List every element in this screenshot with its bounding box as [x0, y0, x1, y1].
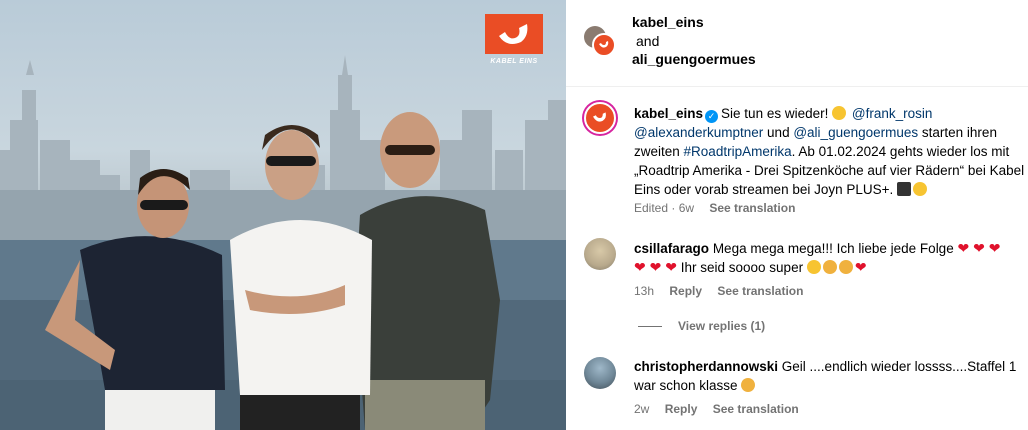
header-account-2[interactable]: ali_guengoermues [632, 51, 756, 67]
heart-eyes-emoji-icon [832, 106, 847, 120]
caption-see-translation[interactable]: See translation [709, 201, 795, 215]
header-account-1[interactable]: kabel_eins [632, 14, 704, 30]
caption-text-2: und [767, 125, 790, 140]
clapping-hands-emoji-icon [741, 378, 756, 392]
kabel-eins-mini-icon [599, 41, 609, 48]
comment-age: 2w [634, 402, 650, 416]
caption-mention-3[interactable]: @ali_guengoermues [793, 125, 918, 140]
comment-christopherdannowski: christopherdannowski Geil ....endlich wi… [634, 357, 1026, 395]
collab-avatar-kabel-eins[interactable] [592, 33, 616, 57]
comment-text-2: Ihr seid soooo super [680, 260, 804, 275]
post-side-panel: kabel_eins and ali_guengoermues kabel_ei… [566, 0, 1028, 430]
caption-edited: Edited · 6w [634, 201, 695, 215]
caption-mention-2[interactable]: @alexanderkumptner [634, 125, 763, 140]
clapping-hands-emoji-icon [838, 260, 853, 274]
header-divider [566, 86, 1028, 87]
caption-hashtag[interactable]: #RoadtripAmerika [684, 144, 792, 159]
comment-user[interactable]: christopherdannowski [634, 359, 778, 374]
comment-user[interactable]: csillafarago [634, 241, 709, 256]
sunglasses-emoji-icon [913, 182, 928, 196]
view-replies-button[interactable]: View replies (1) [638, 319, 765, 333]
comment-meta: 13h Reply See translation [634, 284, 803, 298]
three-men-photo [45, 112, 500, 430]
heart-emoji-icon: ❤ ❤ ❤ [957, 240, 1001, 256]
comment-csillafarago: csillafarago Mega mega mega!!! Ich liebe… [634, 239, 1026, 277]
kabel-eins-logo-text: KABEL EINS [490, 58, 538, 65]
commenter-avatar-christopherdannowski[interactable] [584, 357, 616, 389]
replies-line [638, 326, 662, 328]
clapperboard-emoji-icon [897, 182, 912, 196]
caption-author[interactable]: kabel_eins [634, 106, 703, 121]
caption-text: kabel_eins ✓ Sie tun es wieder! @frank_ros… [634, 104, 1026, 199]
comment-meta: 2w Reply See translation [634, 402, 799, 416]
caption-meta: Edited · 6w See translation [634, 201, 795, 215]
verified-badge-icon: ✓ [705, 110, 719, 123]
comment-see-translation[interactable]: See translation [713, 402, 799, 416]
header-connector: and [636, 33, 660, 49]
heart-eyes-emoji-icon [806, 260, 821, 274]
comment-reply-button[interactable]: Reply [669, 284, 702, 298]
comment-text: Mega mega mega!!! Ich liebe jede Folge [712, 241, 954, 256]
comment-reply-button[interactable]: Reply [665, 402, 698, 416]
post-image[interactable]: KABEL EINS [0, 0, 566, 430]
view-replies-label: View replies (1) [678, 319, 766, 333]
heart-emoji-icon: ❤ ❤ ❤ [634, 259, 677, 275]
kabel-eins-mini-icon [593, 112, 606, 122]
comment-see-translation[interactable]: See translation [717, 284, 803, 298]
caption-text-1: Sie tun es wieder! [721, 106, 829, 121]
comment-age: 13h [634, 284, 655, 298]
heart-emoji-icon: ❤ [854, 259, 867, 275]
caption-mention-1[interactable]: @frank_rosin [852, 106, 933, 121]
raising-hands-emoji-icon [822, 260, 837, 274]
caption-author-avatar[interactable] [584, 102, 616, 134]
commenter-avatar-csillafarago[interactable] [584, 238, 616, 270]
